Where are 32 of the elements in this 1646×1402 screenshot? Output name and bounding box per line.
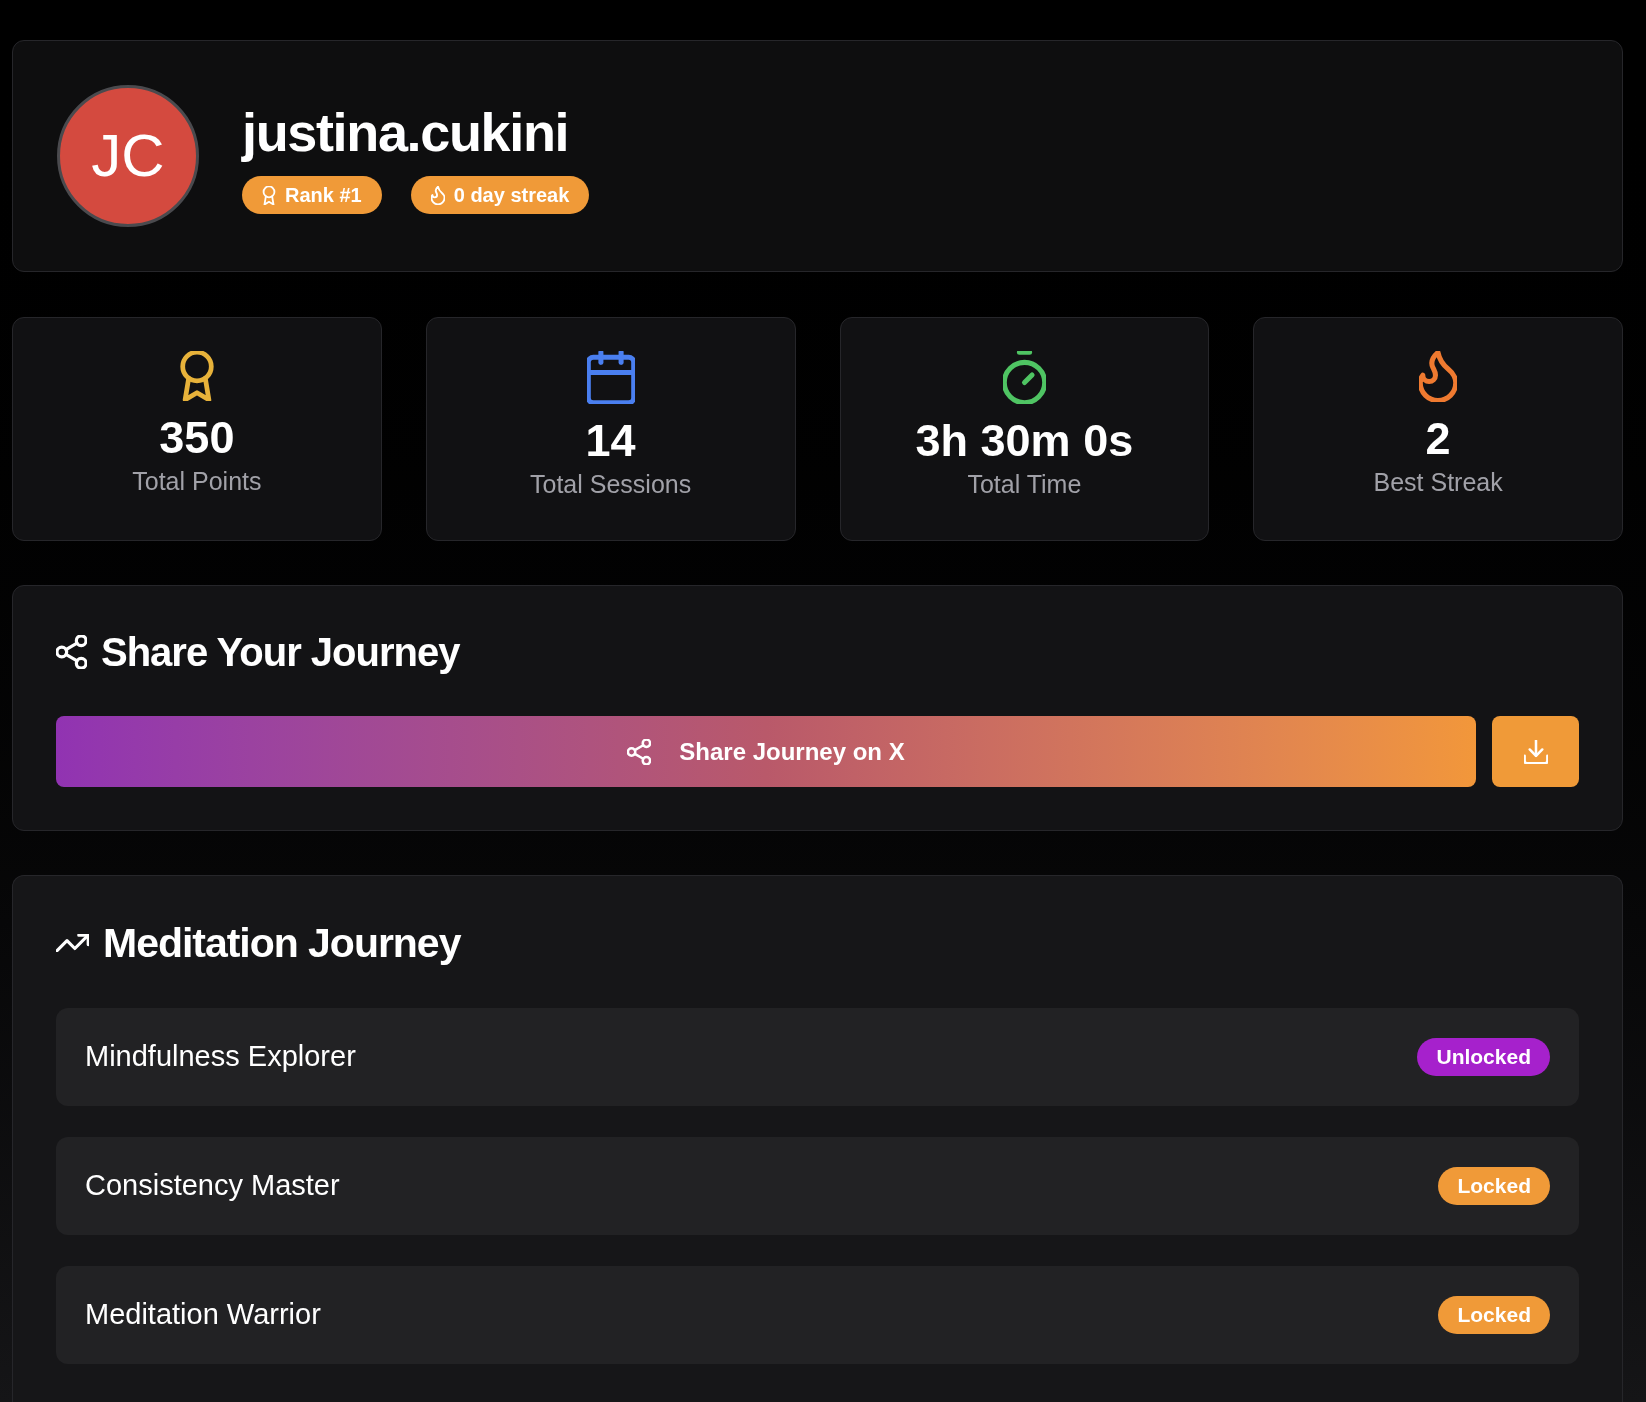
download-icon [1523, 739, 1548, 764]
stat-value: 3h 30m 0s [915, 416, 1134, 466]
avatar: JC [57, 85, 199, 227]
share-icon [627, 738, 652, 765]
stat-label: Total Time [967, 469, 1082, 499]
stat-value: 14 [585, 416, 636, 466]
rank-text: Rank #1 [285, 183, 362, 208]
status-tag: Locked [1438, 1296, 1550, 1334]
stat-value: 2 [1425, 414, 1451, 464]
stat-label: Total Points [132, 466, 262, 496]
section-title: Meditation Journey [103, 921, 461, 965]
stat-label: Total Sessions [530, 469, 692, 499]
share-icon [56, 635, 87, 669]
download-button[interactable] [1492, 716, 1579, 787]
calendar-icon [586, 351, 635, 404]
milestone-name: Mindfulness Explorer [85, 1039, 356, 1075]
share-button[interactable]: Share Journey on X [56, 716, 1476, 787]
status-tag: Locked [1438, 1167, 1550, 1205]
award-icon [178, 351, 215, 401]
status-tag: Unlocked [1417, 1038, 1550, 1076]
stat-value: 350 [159, 413, 235, 463]
trending-up-icon [56, 934, 89, 952]
streak-text: 0 day streak [453, 183, 570, 208]
flame-icon [1419, 351, 1458, 402]
section-title: Share Your Journey [101, 630, 460, 674]
award-icon [262, 185, 276, 205]
stopwatch-icon [1002, 351, 1046, 404]
flame-icon [430, 185, 445, 205]
milestone-name: Meditation Warrior [85, 1297, 321, 1333]
username: justina.cukini [242, 104, 570, 160]
milestone-name: Consistency Master [85, 1168, 340, 1204]
stat-label: Best Streak [1373, 467, 1503, 497]
